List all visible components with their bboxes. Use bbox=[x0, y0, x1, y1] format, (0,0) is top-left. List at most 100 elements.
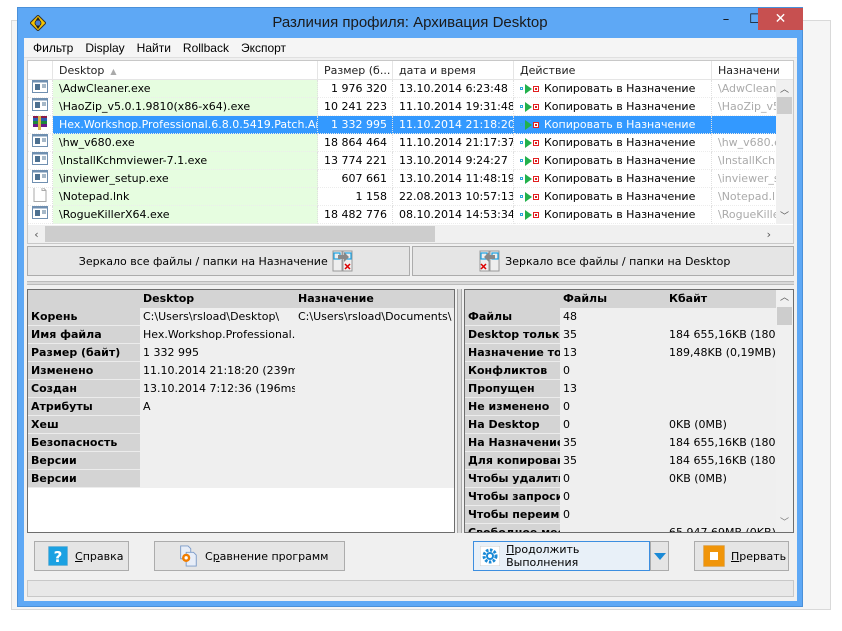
horizontal-scroll-thumb[interactable] bbox=[45, 226, 435, 242]
scroll-up-icon[interactable]: ︿ bbox=[776, 80, 793, 97]
details-row-label: Имя файла bbox=[28, 326, 140, 344]
file-action-cell[interactable]: Копировать в Назначение bbox=[514, 152, 712, 170]
file-action-cell[interactable]: Копировать в Назначение bbox=[514, 80, 712, 98]
window-title: Различия профиля: Архивация Desktop bbox=[272, 14, 548, 31]
menu-display[interactable]: Display bbox=[79, 41, 130, 55]
stats-row-label: Назначение только bbox=[465, 344, 560, 362]
stats-row: На Desktop 0 0KB (0MB) bbox=[465, 416, 793, 434]
continue-button[interactable]: Продолжить Выполнения bbox=[473, 541, 650, 571]
stats-row-kb bbox=[666, 506, 778, 524]
column-header-icon[interactable] bbox=[28, 61, 53, 80]
stats-row-files: 0 bbox=[560, 488, 666, 506]
file-action-label: Копировать в Назначение bbox=[544, 81, 696, 95]
horizontal-splitter[interactable] bbox=[27, 281, 794, 285]
compare-programs-button[interactable]: Сравнение программ bbox=[154, 541, 345, 571]
stats-row-files: 35 bbox=[560, 452, 666, 470]
stats-vertical-scrollbar[interactable]: ︿ ﹀ bbox=[776, 290, 793, 532]
file-size-cell: 1 332 995 bbox=[318, 116, 393, 134]
file-list-row[interactable]: \RogueKillerX64.exe 18 482 776 08.10.2014 … bbox=[28, 206, 793, 224]
copy-right-icon bbox=[520, 191, 539, 202]
vertical-splitter[interactable] bbox=[457, 289, 462, 533]
close-button[interactable]: ✕ bbox=[758, 8, 803, 30]
column-header-action[interactable]: Действие bbox=[514, 61, 712, 80]
continue-dropdown-button[interactable] bbox=[650, 541, 669, 571]
stats-row-label: Файлы bbox=[465, 308, 560, 326]
stats-header-label bbox=[465, 290, 560, 308]
file-list-horizontal-scrollbar[interactable]: ‹ › bbox=[28, 225, 793, 243]
details-row: Хеш bbox=[28, 416, 454, 434]
menu-export[interactable]: Экспорт bbox=[235, 41, 292, 55]
file-name-cell: \inviewer_setup.exe bbox=[53, 170, 318, 188]
stats-scroll-up-icon[interactable]: ︿ bbox=[776, 290, 793, 307]
details-row: Создан 13.10.2014 7:12:36 (196ms) bbox=[28, 380, 454, 398]
menu-rollback[interactable]: Rollback bbox=[177, 41, 235, 55]
column-header-destination[interactable]: Назначение bbox=[712, 61, 779, 80]
stop-button[interactable]: Прервать bbox=[694, 541, 789, 571]
column-header-size[interactable]: Размер (б... bbox=[318, 61, 393, 80]
file-list-row[interactable]: \Notepad.lnk 1 158 22.08.2013 10:57:13 Копи… bbox=[28, 188, 793, 206]
file-action-cell[interactable]: Копировать в Назначение bbox=[514, 170, 712, 188]
details-panel: Desktop Назначение Корень C:\Users\rsload… bbox=[27, 289, 455, 533]
details-body: Корень C:\Users\rsload\Desktop\ C:\Users\r… bbox=[28, 308, 454, 488]
details-row: Размер (байт) 1 332 995 bbox=[28, 344, 454, 362]
column-header-name[interactable]: Desktop ▲ bbox=[53, 61, 318, 80]
scroll-right-icon[interactable]: › bbox=[767, 228, 771, 241]
file-action-cell[interactable]: Копировать в Назначение bbox=[514, 116, 712, 134]
file-type-cell bbox=[28, 206, 53, 224]
stats-row-files bbox=[560, 524, 666, 532]
column-header-date[interactable]: дата и время bbox=[393, 61, 514, 80]
stats-row-kb: 0KB (0MB) bbox=[666, 470, 778, 488]
details-row-destination bbox=[295, 452, 454, 470]
exe-icon bbox=[32, 206, 48, 223]
scroll-thumb[interactable] bbox=[777, 97, 792, 114]
help-button[interactable]: ? Справка bbox=[34, 541, 129, 571]
file-name-cell: \InstallKchmviewer-7.1.exe bbox=[53, 152, 318, 170]
details-row-destination bbox=[295, 380, 454, 398]
details-header: Desktop Назначение bbox=[28, 290, 454, 308]
file-list-row[interactable]: \InstallKchmviewer-7.1.exe 13 774 221 13.1… bbox=[28, 152, 793, 170]
details-row-desktop: 13.10.2014 7:12:36 (196ms) bbox=[140, 380, 295, 398]
stats-scroll-down-icon[interactable]: ﹀ bbox=[776, 515, 793, 532]
stats-scroll-thumb[interactable] bbox=[777, 307, 792, 325]
stats-row-label: Для копирования bbox=[465, 452, 560, 470]
column-header-name-label: Desktop bbox=[59, 64, 105, 77]
file-action-cell[interactable]: Копировать в Назначение bbox=[514, 188, 712, 206]
file-list-row[interactable]: \AdwCleaner.exe 1 976 320 13.10.2014 6:23:… bbox=[28, 80, 793, 98]
file-destination-cell: \RogueKille bbox=[712, 206, 779, 224]
mirror-to-destination-button[interactable]: Зеркало все файлы / папки на Назначение bbox=[27, 246, 410, 276]
details-row-desktop bbox=[140, 434, 295, 452]
file-list-row[interactable]: \HaoZip_v5.0.1.9810(x86-x64).exe 10 241 2… bbox=[28, 98, 793, 116]
menu-filter[interactable]: Фильтр bbox=[27, 41, 79, 55]
mirror-to-desktop-button[interactable]: Зеркало все файлы / папки на Desktop bbox=[411, 246, 794, 276]
details-row-label: Версии bbox=[28, 452, 140, 470]
file-action-label: Копировать в Назначение bbox=[544, 99, 696, 113]
file-list-row[interactable]: Hex.Workshop.Professional.6.8.0.5419.Pat… bbox=[28, 116, 793, 134]
copy-right-icon bbox=[520, 83, 539, 94]
file-action-cell[interactable]: Копировать в Назначение bbox=[514, 206, 712, 224]
stats-row-label: Пропущен bbox=[465, 380, 560, 398]
title-bar[interactable]: Различия профиля: Архивация Desktop – ☐ … bbox=[18, 8, 803, 38]
details-row-label: Изменено bbox=[28, 362, 140, 380]
file-date-cell: 13.10.2014 11:48:19 bbox=[393, 170, 514, 188]
stats-row-kb: 0KB (0MB) bbox=[666, 416, 778, 434]
file-action-cell[interactable]: Копировать в Назначение bbox=[514, 98, 712, 116]
scroll-down-icon[interactable]: ﹀ bbox=[776, 207, 793, 224]
details-row-label: Создан bbox=[28, 380, 140, 398]
stats-row-label: Конфликтов bbox=[465, 362, 560, 380]
mirror-left-icon bbox=[479, 250, 501, 272]
stats-row-kb bbox=[666, 362, 778, 380]
menu-find[interactable]: Найти bbox=[131, 41, 177, 55]
file-action-label: Копировать в Назначение bbox=[544, 135, 696, 149]
minimize-button[interactable]: – bbox=[712, 8, 740, 30]
file-list-row[interactable]: \hw_v680.exe 18 864 464 11.10.2014 21:17:3… bbox=[28, 134, 793, 152]
file-list-row[interactable]: \inviewer_setup.exe 607 661 13.10.2014 11:… bbox=[28, 170, 793, 188]
stats-row-files: 35 bbox=[560, 326, 666, 344]
scroll-left-icon[interactable]: ‹ bbox=[28, 228, 45, 241]
file-list-vertical-scrollbar[interactable]: ︿ ﹀ bbox=[776, 80, 793, 224]
file-action-cell[interactable]: Копировать в Назначение bbox=[514, 134, 712, 152]
exe-icon bbox=[32, 98, 48, 115]
stats-row: Назначение только13189,48KB (0,19MB) bbox=[465, 344, 793, 362]
stats-row: Чтобы переименовать0 bbox=[465, 506, 793, 524]
file-date-cell: 11.10.2014 19:31:48 bbox=[393, 98, 514, 116]
mirror-to-desktop-label: Зеркало все файлы / папки на Desktop bbox=[505, 254, 731, 268]
